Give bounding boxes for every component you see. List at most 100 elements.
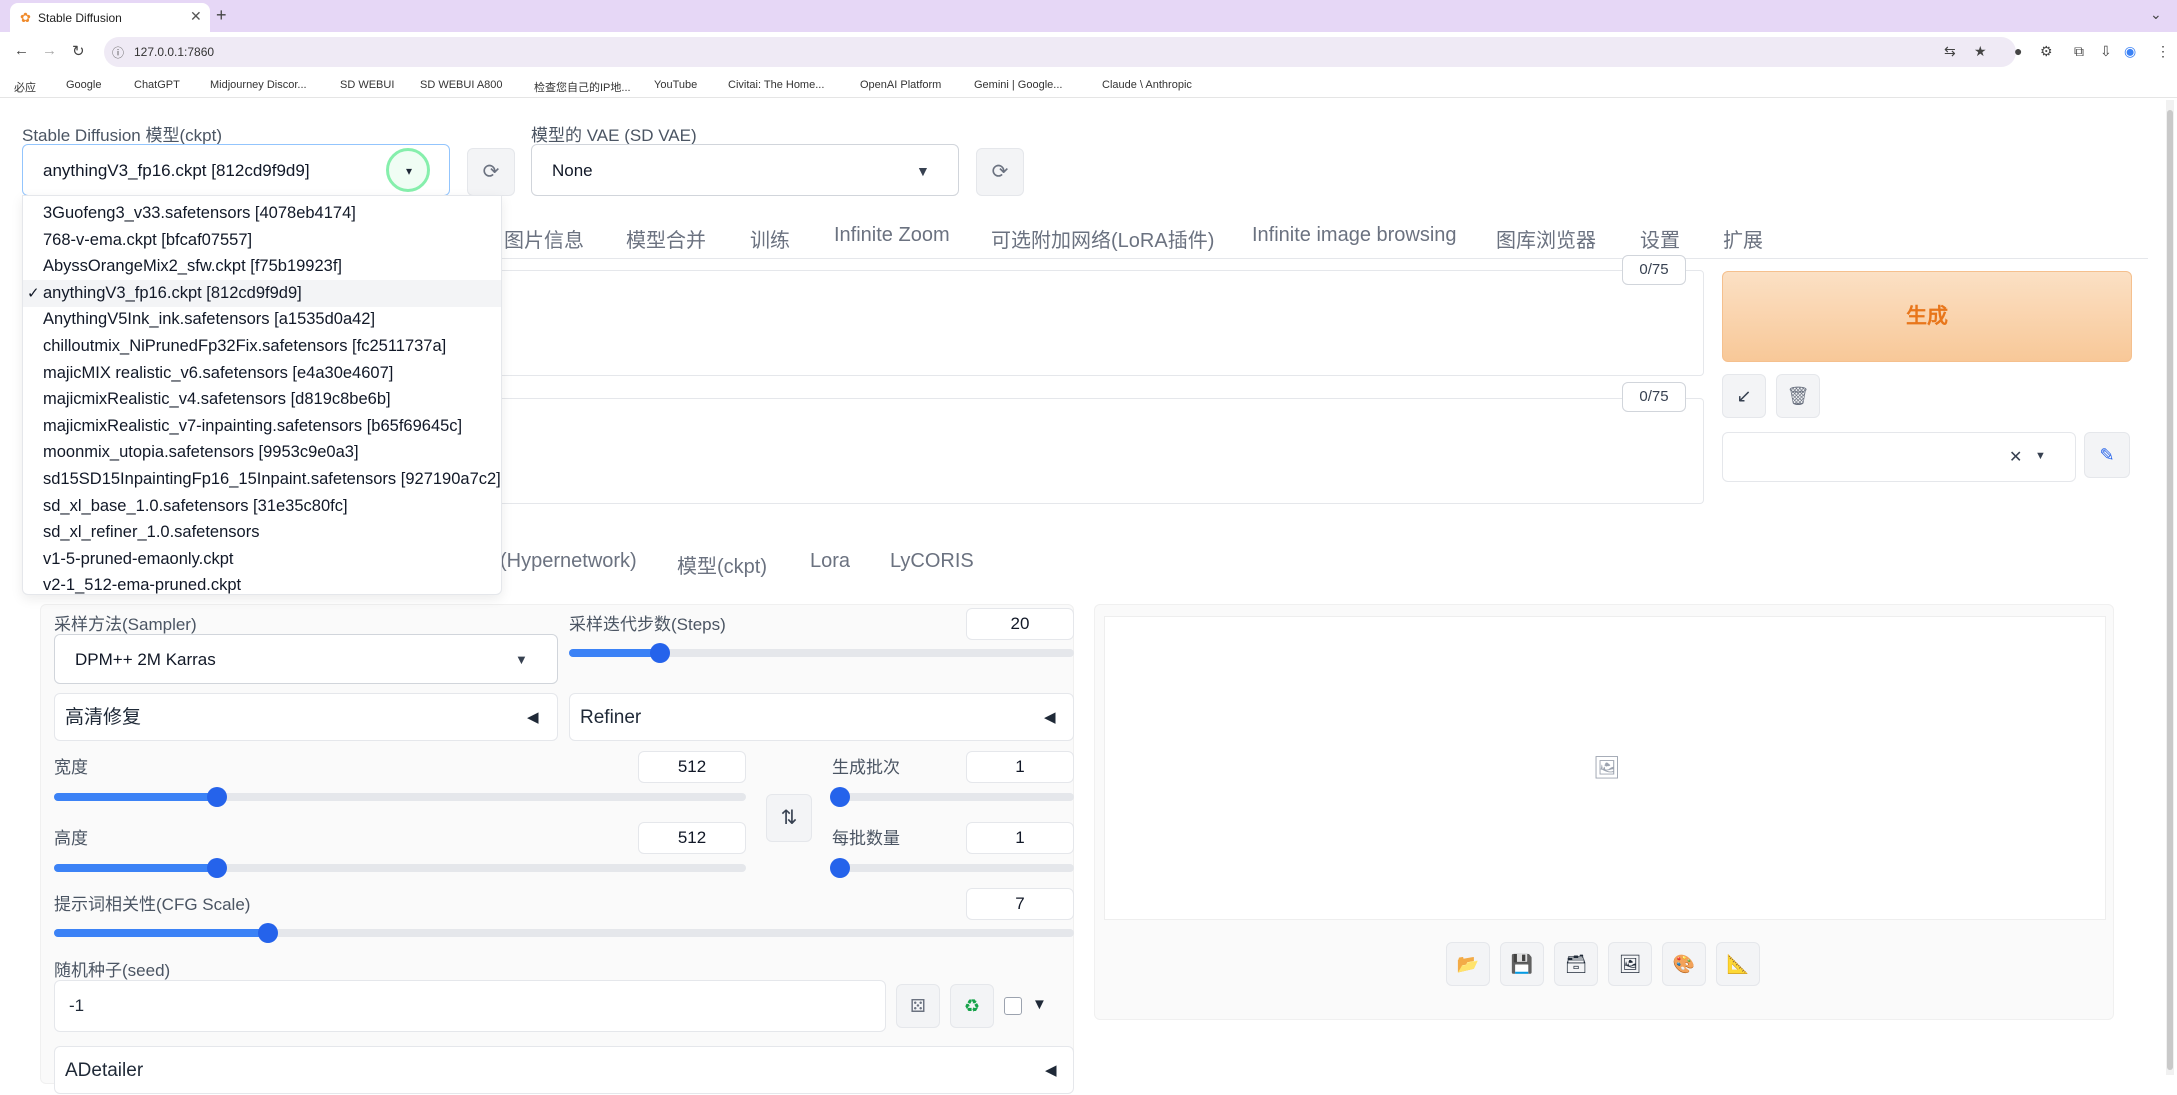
output-image-area[interactable]: 🖼 — [1104, 616, 2106, 920]
steps-slider-knob[interactable] — [649, 643, 670, 663]
ckpt-option[interactable]: AbyssOrangeMix2_sfw.ckpt [f75b19923f] — [23, 253, 501, 280]
seed-input[interactable]: -1 — [54, 980, 886, 1032]
extra-seed-checkbox[interactable] — [1004, 997, 1022, 1015]
positive-prompt-input[interactable] — [300, 270, 1704, 376]
ckpt-option[interactable]: chilloutmix_NiPrunedFp32Fix.safetensors … — [23, 333, 501, 360]
ckpt-option[interactable]: moonmix_utopia.safetensors [9953c9e0a3] — [23, 439, 501, 466]
extension-circle-icon[interactable]: ● — [2014, 43, 2022, 59]
send-to-img2img-button[interactable]: 🖼 — [1608, 942, 1652, 986]
height-input[interactable]: 512 — [638, 822, 746, 854]
tab-hypernetwork[interactable]: (Hypernetwork) — [500, 550, 637, 573]
clear-icon[interactable]: ✕ — [2009, 447, 2022, 467]
width-slider[interactable] — [54, 787, 746, 807]
adetailer-accordion[interactable]: ADetailer ◀ — [54, 1046, 1074, 1094]
bookmark-item[interactable]: Midjourney Discor... — [210, 79, 307, 91]
profile-avatar-icon[interactable]: ◉ — [2124, 43, 2136, 60]
tab-checkpoint-merger[interactable]: 模型合并 — [626, 224, 706, 253]
ckpt-option[interactable]: v2-1_512-ema-pruned.ckpt — [23, 572, 501, 599]
send-to-extras-button[interactable]: 📐 — [1716, 942, 1760, 986]
browser-tab[interactable]: ✿ Stable Diffusion ✕ — [10, 3, 210, 32]
clear-prompt-button[interactable]: 🗑 — [1776, 374, 1820, 418]
bookmark-item[interactable]: Google — [66, 79, 101, 91]
forward-icon[interactable]: → — [42, 42, 57, 59]
bookmark-item[interactable]: 检查您自己的IP地... — [534, 79, 631, 95]
width-slider-knob[interactable] — [206, 787, 227, 807]
tab-lycoris[interactable]: LyCORIS — [890, 550, 974, 573]
settings-gear-icon[interactable]: ⚙ — [2040, 43, 2053, 60]
url-text[interactable]: 127.0.0.1:7860 — [134, 45, 214, 59]
refresh-ckpt-button[interactable]: ⟳ — [467, 148, 515, 196]
new-tab-button[interactable]: + — [216, 5, 227, 26]
swap-dimensions-button[interactable]: ⇅ — [766, 794, 812, 842]
tab-settings[interactable]: 设置 — [1640, 224, 1680, 253]
ckpt-option[interactable]: sd15SD15InpaintingFp16_15Inpaint.safeten… — [23, 466, 501, 493]
send-to-inpaint-button[interactable]: 🎨 — [1662, 942, 1706, 986]
height-slider-knob[interactable] — [206, 858, 227, 878]
bookmark-item[interactable]: SD WEBUI A800 — [420, 79, 503, 91]
address-bar[interactable] — [104, 37, 2016, 67]
browser-menu-icon[interactable]: ⋮ — [2156, 43, 2170, 60]
reload-icon[interactable]: ↻ — [72, 42, 85, 60]
steps-slider[interactable] — [569, 643, 1074, 663]
back-icon[interactable]: ← — [14, 42, 29, 59]
tab-lora[interactable]: Lora — [810, 550, 850, 573]
ckpt-option[interactable]: sd_xl_base_1.0.safetensors [31e35c80fc] — [23, 493, 501, 520]
expand-seed-icon[interactable]: ▼ — [1032, 996, 1047, 1013]
batch-count-input[interactable]: 1 — [966, 751, 1074, 783]
ckpt-option[interactable]: 768-v-ema.ckpt [bfcaf07557] — [23, 227, 501, 254]
cfg-input[interactable]: 7 — [966, 888, 1074, 920]
tab-image-browser[interactable]: 图库浏览器 — [1496, 224, 1596, 253]
ckpt-option[interactable]: majicMIX realistic_v6.safetensors [e4a30… — [23, 360, 501, 387]
tab-infinite-image-browsing[interactable]: Infinite image browsing — [1252, 224, 1457, 247]
ckpt-option[interactable]: AnythingV5Ink_ink.safetensors [a1535d0a4… — [23, 306, 501, 333]
random-seed-button[interactable]: ⚄ — [896, 984, 940, 1028]
batch-size-slider-knob[interactable] — [830, 858, 850, 878]
tab-extensions[interactable]: 扩展 — [1723, 224, 1763, 253]
bookmark-item[interactable]: OpenAI Platform — [860, 79, 941, 91]
bookmark-star-icon[interactable]: ★ — [1974, 43, 1987, 60]
scrollbar-thumb[interactable] — [2167, 110, 2173, 1070]
bookmark-item[interactable]: Gemini | Google... — [974, 79, 1062, 91]
batch-count-slider-knob[interactable] — [830, 787, 850, 807]
downloads-icon[interactable]: ⇩ — [2100, 43, 2112, 60]
read-params-button[interactable]: ↙ — [1722, 374, 1766, 418]
bookmark-item[interactable]: SD WEBUI — [340, 79, 394, 91]
steps-input[interactable]: 20 — [966, 608, 1074, 640]
batch-size-input[interactable]: 1 — [966, 822, 1074, 854]
tab-additional-networks[interactable]: 可选附加网络(LoRA插件) — [991, 224, 1214, 253]
edit-styles-button[interactable]: ✎ — [2084, 432, 2130, 478]
ckpt-option[interactable]: majicmixRealistic_v4.safetensors [d819c8… — [23, 386, 501, 413]
save-button[interactable]: 💾 — [1500, 942, 1544, 986]
batch-size-slider[interactable] — [830, 858, 1074, 878]
height-slider[interactable] — [54, 858, 746, 878]
close-tab-icon[interactable]: ✕ — [190, 8, 202, 25]
refiner-accordion[interactable]: Refiner ◀ — [569, 693, 1074, 741]
negative-prompt-input[interactable] — [300, 398, 1704, 504]
ckpt-option[interactable]: v1-5-pruned-emaonly.ckpt — [23, 546, 501, 573]
bookmark-item[interactable]: YouTube — [654, 79, 697, 91]
batch-count-slider[interactable] — [830, 787, 1074, 807]
bookmark-item[interactable]: ChatGPT — [134, 79, 180, 91]
ckpt-dropdown-list[interactable]: 3Guofeng3_v33.safetensors [4078eb4174] 76… — [22, 195, 502, 595]
hires-fix-accordion[interactable]: 高清修复 ◀ — [54, 693, 558, 741]
tab-infinite-zoom[interactable]: Infinite Zoom — [834, 224, 950, 247]
cfg-slider[interactable] — [54, 923, 1074, 943]
refresh-vae-button[interactable]: ⟳ — [976, 148, 1024, 196]
tab-checkpoints[interactable]: 模型(ckpt) — [677, 550, 767, 579]
open-folder-button[interactable]: 📂 — [1446, 942, 1490, 986]
width-input[interactable]: 512 — [638, 751, 746, 783]
ckpt-option[interactable]: ✓ anythingV3_fp16.ckpt [812cd9f9d9] — [23, 279, 501, 307]
ckpt-option[interactable]: 3Guofeng3_v33.safetensors [4078eb4174] — [23, 200, 501, 227]
tab-png-info[interactable]: 图片信息 — [504, 224, 584, 253]
bookmark-item[interactable]: Civitai: The Home... — [728, 79, 824, 91]
tab-search-icon[interactable]: ⌄ — [2150, 6, 2162, 23]
page-scrollbar[interactable] — [2166, 100, 2174, 1075]
generate-button[interactable]: 生成 — [1722, 271, 2132, 362]
extensions-puzzle-icon[interactable]: ⧉ — [2074, 43, 2084, 60]
vae-select[interactable]: None ▼ — [531, 144, 959, 196]
tab-train[interactable]: 训练 — [750, 224, 790, 253]
sampler-select[interactable]: DPM++ 2M Karras ▼ — [54, 634, 558, 684]
styles-select[interactable]: ✕ ▼ — [1722, 432, 2076, 482]
ckpt-option[interactable]: sd_xl_refiner_1.0.safetensors — [23, 519, 501, 546]
reuse-seed-button[interactable]: ♻ — [950, 984, 994, 1028]
